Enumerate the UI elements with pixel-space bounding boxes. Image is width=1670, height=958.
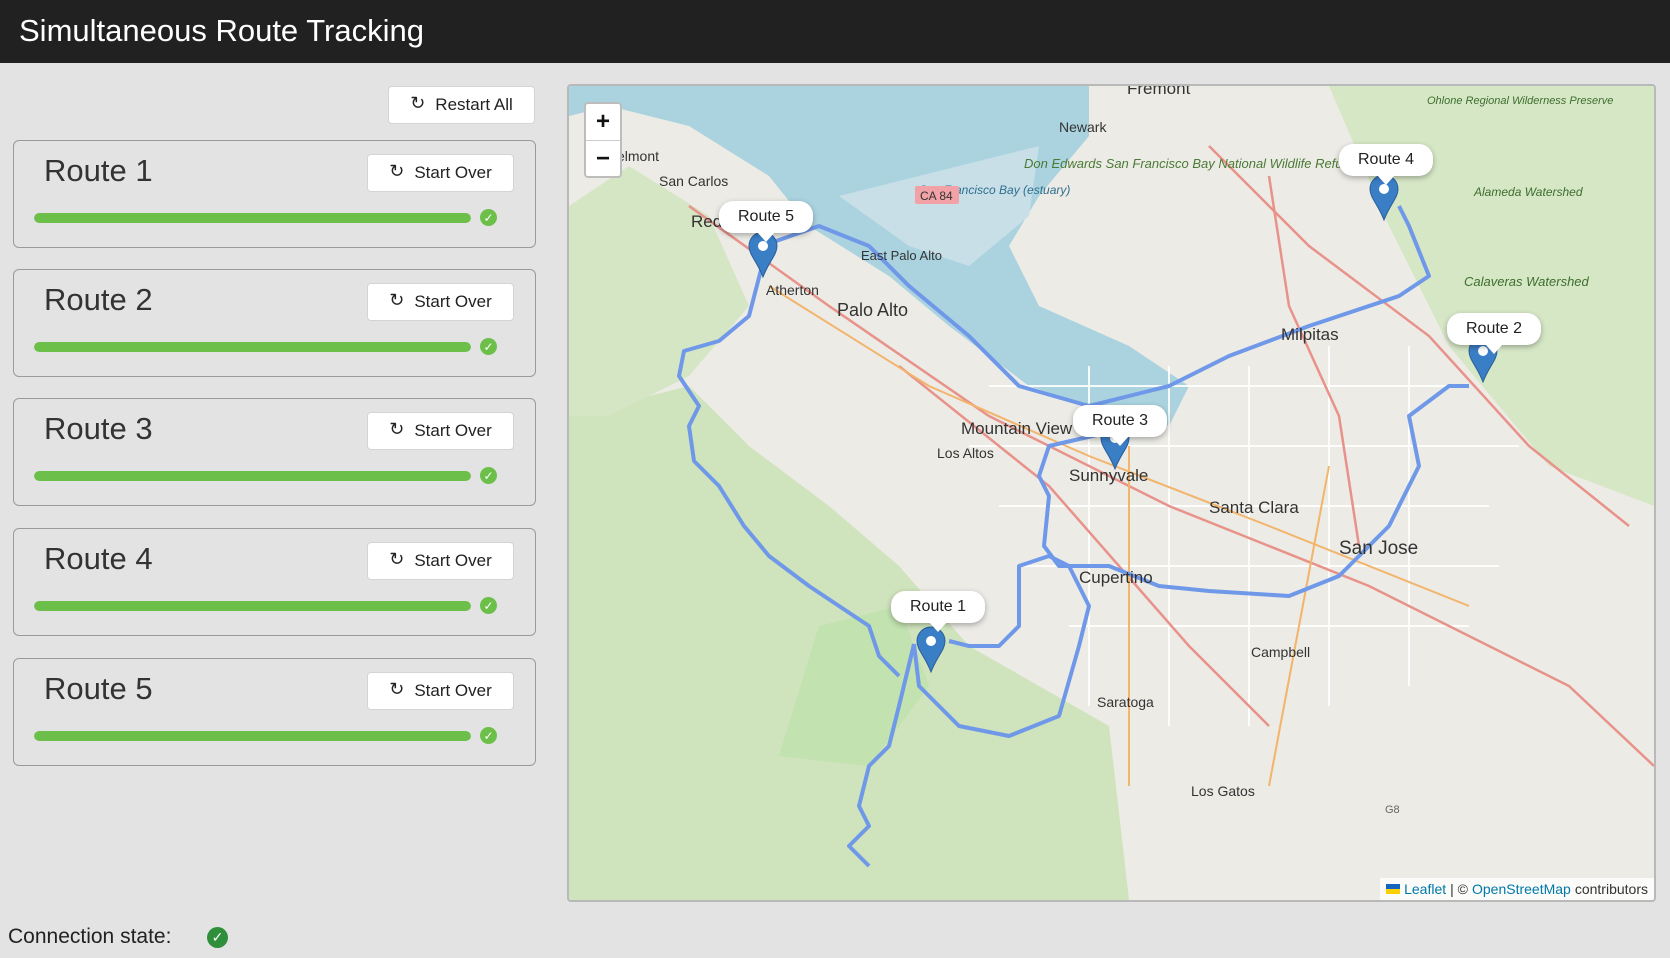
place-label-san-jose: San Jose: [1339, 538, 1418, 559]
place-label-san-carlos: San Carlos: [659, 173, 728, 189]
ukraine-flag-icon: [1386, 884, 1401, 894]
app-header: Simultaneous Route Tracking: [0, 0, 1670, 63]
start-over-label: Start Over: [414, 292, 492, 311]
place-label-campbell: Campbell: [1251, 644, 1310, 660]
route-title: Route 1: [44, 153, 153, 188]
map-attribution: Leaflet | © OpenStreetMap contributors: [1380, 878, 1654, 900]
place-label-los-gatos: Los Gatos: [1191, 783, 1255, 799]
route-3-popup[interactable]: Route 3: [1073, 405, 1168, 446]
route-title: Route 4: [44, 541, 153, 576]
route-card-5: Route 5 ↻ Start Over ✓: [13, 658, 536, 766]
route-card-2: Route 2 ↻ Start Over ✓: [13, 269, 536, 377]
start-over-label: Start Over: [414, 681, 492, 700]
start-over-button[interactable]: ↻ Start Over: [367, 542, 514, 580]
connection-label: Connection state:: [8, 925, 172, 948]
route-1-popup[interactable]: Route 1: [891, 591, 986, 632]
refresh-icon: ↻: [389, 548, 405, 569]
start-over-label: Start Over: [414, 551, 492, 570]
place-label-los-altos: Los Altos: [937, 445, 994, 461]
start-over-button[interactable]: ↻ Start Over: [367, 672, 514, 710]
place-label-belmont: elmont: [617, 148, 659, 164]
refresh-icon: ↻: [410, 92, 426, 113]
route-title: Route 3: [44, 411, 153, 446]
start-over-label: Start Over: [414, 421, 492, 440]
route-card-4: Route 4 ↻ Start Over ✓: [13, 528, 536, 636]
highway-shield-label: CA 84: [920, 189, 953, 203]
progress-fill: [34, 213, 471, 223]
route-4-popup[interactable]: Route 4: [1339, 144, 1434, 185]
route-card-3: Route 3 ↻ Start Over ✓: [13, 398, 536, 506]
place-label-saratoga: Saratoga: [1097, 694, 1154, 710]
progress-bar: [34, 731, 471, 741]
place-label-newark: Newark: [1059, 119, 1107, 135]
progress-fill: [34, 471, 471, 481]
refuge-label: Don Edwards San Francisco Bay National W…: [1024, 156, 1357, 171]
refresh-icon: ↻: [389, 160, 405, 181]
zoom-out-button[interactable]: −: [586, 141, 620, 177]
place-label-ohlone: Ohlone Regional Wilderness Preserve: [1427, 95, 1613, 107]
attribution-tail: contributors: [1574, 881, 1648, 897]
progress-bar: [34, 213, 471, 223]
place-label-g8: G8: [1385, 804, 1400, 816]
connection-status-icon: ✓: [207, 927, 228, 948]
place-label-mountain-view: Mountain View: [961, 419, 1073, 438]
progress-fill: [34, 731, 471, 741]
app-title: Simultaneous Route Tracking: [19, 13, 424, 48]
check-icon: ✓: [480, 209, 497, 226]
place-label-calaveras: Calaveras Watershed: [1464, 274, 1590, 289]
refresh-icon: ↻: [389, 678, 405, 699]
hills-area: [569, 166, 749, 416]
place-label-palo-alto: Palo Alto: [837, 300, 908, 320]
place-label-cupertino: Cupertino: [1079, 568, 1153, 587]
check-icon: ✓: [480, 338, 497, 355]
route-title: Route 5: [44, 671, 153, 706]
restart-all-label: Restart All: [435, 95, 513, 114]
place-label-fremont: Fremont: [1127, 86, 1191, 98]
leaflet-link[interactable]: Leaflet: [1404, 881, 1446, 897]
route-2-popup[interactable]: Route 2: [1447, 313, 1542, 354]
start-over-button[interactable]: ↻ Start Over: [367, 412, 514, 450]
start-over-label: Start Over: [414, 163, 492, 182]
place-label-atherton: Atherton: [766, 282, 819, 298]
osm-link[interactable]: OpenStreetMap: [1472, 881, 1571, 897]
refresh-icon: ↻: [389, 289, 405, 310]
route-map[interactable]: Fremont Newark elmont San Carlos Redwood…: [567, 84, 1656, 902]
progress-bar: [34, 342, 471, 352]
svg-text:Don Edwards San Francisco Bay: Don Edwards San Francisco Bay National W…: [1024, 156, 1357, 171]
route-title: Route 2: [44, 282, 153, 317]
restart-all-button[interactable]: ↻ Restart All: [388, 86, 535, 124]
route-card-1: Route 1 ↻ Start Over ✓: [13, 140, 536, 248]
route-1-marker-icon[interactable]: [915, 626, 947, 674]
check-icon: ✓: [480, 597, 497, 614]
start-over-button[interactable]: ↻ Start Over: [367, 154, 514, 192]
place-label-east-palo-alto: East Palo Alto: [861, 248, 942, 263]
progress-fill: [34, 601, 471, 611]
progress-bar: [34, 471, 471, 481]
check-icon: ✓: [480, 467, 497, 484]
refresh-icon: ↻: [389, 418, 405, 439]
place-label-milpitas: Milpitas: [1281, 325, 1339, 344]
attribution-sep: | ©: [1450, 881, 1468, 897]
check-icon: ✓: [480, 727, 497, 744]
zoom-control: + −: [584, 102, 622, 178]
progress-bar: [34, 601, 471, 611]
place-label-alameda: Alameda Watershed: [1473, 185, 1583, 199]
progress-fill: [34, 342, 471, 352]
zoom-in-button[interactable]: +: [586, 104, 620, 141]
place-label-santa-clara: Santa Clara: [1209, 498, 1299, 517]
start-over-button[interactable]: ↻ Start Over: [367, 283, 514, 321]
route-5-popup[interactable]: Route 5: [719, 201, 814, 242]
